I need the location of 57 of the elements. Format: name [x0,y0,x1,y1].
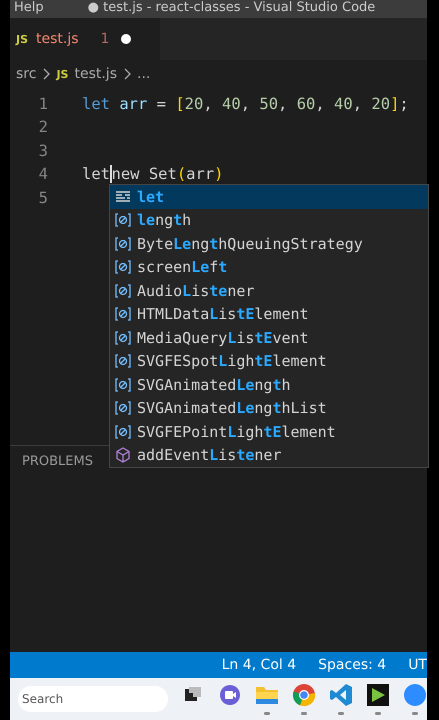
chevron-icon [42,68,50,80]
suggestion-item[interactable]: HTMLDataListElement [110,302,428,326]
breadcrumb-item[interactable]: test.js [74,66,117,82]
breadcrumb-item[interactable]: src [16,66,36,82]
running-indicator [338,712,344,715]
js-file-icon: JS [56,68,68,80]
video-chat-icon[interactable] [220,685,240,705]
suggestion-item[interactable]: ByteLengthQueuingStrategy [110,232,428,256]
status-item[interactable]: UT [408,657,427,673]
suggestion-item[interactable]: MediaQueryListEvent [110,326,428,350]
code-line: let new Set(arr) [82,165,224,184]
running-indicator [412,712,418,715]
suggestion-item[interactable]: SVGFEPointLightElement [110,420,428,444]
code-editor-icon[interactable] [330,684,352,706]
variable-icon [114,424,132,440]
suggestion-item[interactable]: addEventListener [110,444,428,467]
suggestion-item[interactable]: SVGAnimatedLengthList [110,396,428,420]
line-number: 5 [38,188,48,207]
variable-icon [114,282,132,299]
variable-icon [114,353,132,370]
search-field[interactable]: Search [18,686,168,712]
folder-icon[interactable] [256,687,278,704]
media-player-icon[interactable] [367,684,389,706]
variable-icon [114,400,132,416]
chrome-icon[interactable] [292,684,316,706]
panel-tab[interactable]: PROBLEMS [22,454,93,469]
variable-icon [114,306,132,322]
suggestion-item[interactable]: let [110,185,428,208]
chevron-icon [123,68,131,80]
variable-icon [114,236,132,252]
line-number: 4 [38,165,48,184]
status-item[interactable]: Ln 4, Col 4 [222,657,296,673]
suggestion-item[interactable]: length [110,208,428,232]
variable-icon [114,259,132,276]
breadcrumb-item[interactable]: ... [137,66,150,82]
status-item[interactable]: Spaces: 4 [318,657,386,673]
line-number: 1 [38,94,48,113]
line-number: 2 [38,118,48,136]
running-indicator [264,712,270,715]
suggestion-item[interactable]: screenLeft [110,256,428,279]
variable-icon [114,376,132,393]
suggestion-item[interactable]: SVGFESpotLightElement [110,350,428,373]
editor-tab[interactable]: JS test.js 1 [10,18,160,60]
running-indicator [375,712,381,715]
cube-icon [114,447,132,464]
menu-item[interactable]: Help [14,1,44,15]
window-title: ● test.js - react-classes - Visual Studio Code [88,1,376,15]
suggestion-item[interactable]: AudioListener [110,279,428,302]
line-number: 3 [38,142,48,160]
task-view-icon[interactable] [185,687,201,701]
variable-icon [114,212,132,228]
running-indicator [301,712,307,715]
js-file-icon: JS [16,32,28,46]
text-cursor [110,165,112,184]
code-line: let arr = [20, 40, 50, 60, 40, 20]; [82,94,409,113]
suggestion-item[interactable]: SVGAnimatedLength [110,373,428,396]
variable-icon [114,330,132,346]
